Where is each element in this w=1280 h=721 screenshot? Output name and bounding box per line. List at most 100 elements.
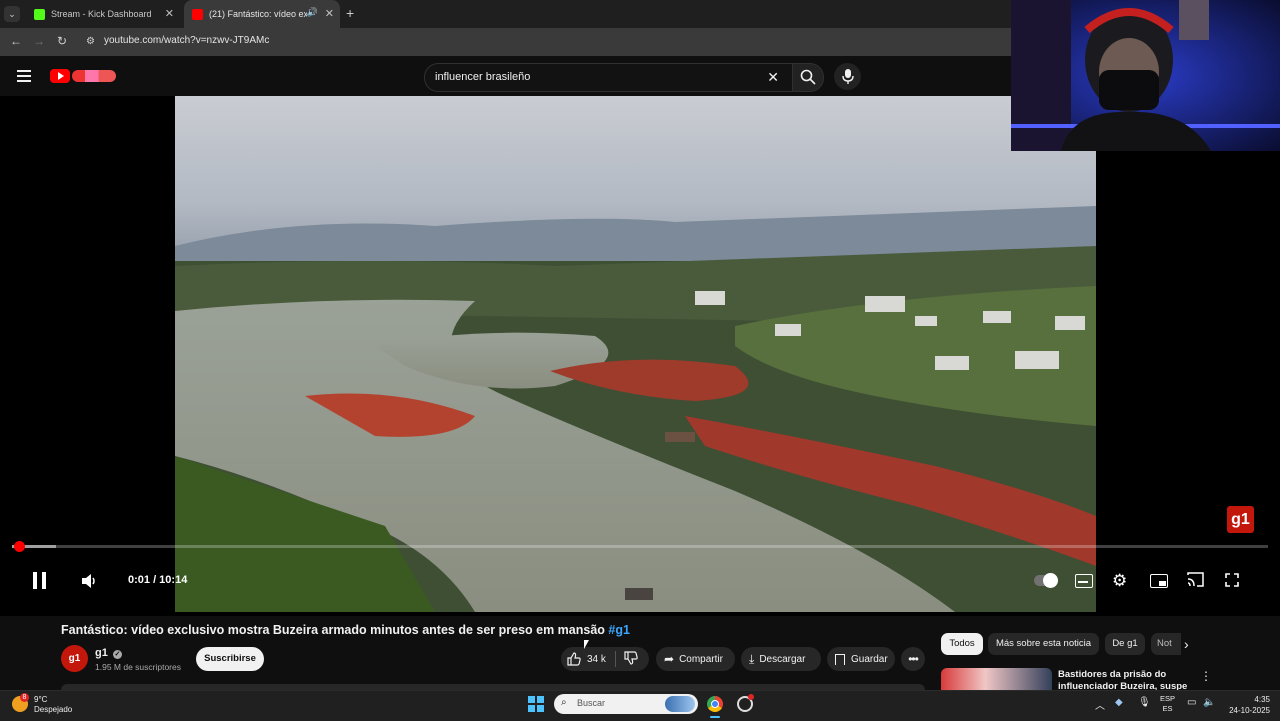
network-icon[interactable]: ▭ (1187, 697, 1196, 708)
steam-tray-icon[interactable]: ◆ (1115, 697, 1123, 708)
menu-icon[interactable] (17, 70, 31, 82)
pause-button[interactable] (32, 572, 48, 589)
g1-watermark-badge: g1 (1227, 506, 1254, 533)
fullscreen-button[interactable] (1225, 573, 1239, 592)
miniplayer-icon (1159, 581, 1166, 586)
doodle-icon (72, 70, 116, 82)
tab-youtube-video[interactable]: (21) Fantástico: vídeo exclu 🔊 ✕ (184, 0, 340, 28)
volume-icon (82, 574, 95, 588)
settings-button[interactable]: ⚙ (1112, 571, 1127, 591)
bookmark-icon (835, 653, 845, 665)
sidebar-video-thumbnail[interactable] (941, 668, 1052, 690)
dislike-button[interactable] (624, 650, 638, 668)
clear-search-icon[interactable]: ✕ (767, 69, 779, 86)
video-title: Fantástico: vídeo exclusivo mostra Buzei… (61, 623, 630, 637)
chrome-taskbar-icon[interactable] (707, 696, 723, 712)
close-tab-icon[interactable]: ✕ (325, 7, 334, 20)
language-secondary: ES (1162, 704, 1173, 713)
reload-icon[interactable]: ↻ (57, 34, 67, 48)
thumbs-down-icon (624, 650, 638, 665)
thumbs-up-icon (567, 652, 581, 666)
share-icon: ➦ (664, 652, 675, 666)
tab-title: Stream - Kick Dashboard (51, 9, 152, 19)
cast-icon (1187, 572, 1204, 587)
windows-icon (528, 696, 544, 712)
video-title-text: Fantástico: vídeo exclusivo mostra Buzei… (61, 623, 605, 637)
chevron-right-icon: › (1184, 636, 1189, 652)
forward-icon[interactable]: → (33, 34, 45, 48)
app-badge-icon (748, 694, 754, 700)
gear-icon: ⚙ (1112, 571, 1128, 590)
pause-icon (33, 572, 37, 589)
taskbar-search-placeholder: Buscar (577, 698, 606, 708)
search-icon: ⌕ (561, 697, 567, 708)
video-frame[interactable]: g1 (175, 96, 1096, 612)
mouse-cursor-icon (584, 640, 589, 649)
like-button[interactable]: 34 k (561, 652, 606, 666)
tray-overflow-icon[interactable]: ︿ (1095, 697, 1105, 712)
close-tab-icon[interactable]: ✕ (165, 7, 174, 20)
chip-partial[interactable]: Not (1151, 633, 1181, 655)
webcam-overlay (1011, 0, 1280, 151)
language-primary: ESP (1160, 694, 1176, 703)
sidebar-title-line: Bastidores da prisão do (1058, 669, 1167, 680)
weather-widget[interactable]: 8 9°C Despejado (12, 693, 82, 717)
back-icon[interactable]: ← (10, 34, 22, 48)
share-label: Compartir (679, 653, 723, 665)
clock-time: 4:35 (1254, 695, 1270, 704)
miniplayer-button[interactable] (1150, 574, 1168, 588)
chip-all[interactable]: Todos (941, 633, 983, 655)
cast-button[interactable] (1187, 572, 1204, 592)
search-query: influencer brasileño (435, 71, 531, 83)
tab-list-dropdown-icon[interactable]: ⌄ (4, 6, 20, 22)
microphone-icon (842, 69, 854, 84)
share-button[interactable]: ➦ Compartir (656, 647, 735, 671)
tab-kick-dashboard[interactable]: Stream - Kick Dashboard ✕ (26, 0, 180, 28)
search-input[interactable]: influencer brasileño ✕ (424, 63, 793, 92)
more-actions-button[interactable]: ••• (901, 647, 925, 671)
progress-bar[interactable] (12, 545, 1268, 548)
subtitles-button[interactable] (1075, 574, 1093, 588)
clock-date: 24-10-2025 (1229, 706, 1270, 715)
search-button[interactable] (792, 63, 824, 92)
progress-scrubber[interactable] (14, 541, 25, 552)
webcam-image (1011, 0, 1280, 151)
chip-more-news[interactable]: Más sobre esta noticia (988, 633, 1099, 655)
volume-button[interactable] (82, 574, 98, 593)
youtube-logo[interactable] (50, 68, 116, 84)
save-button[interactable]: Guardar (827, 647, 895, 671)
sidebar-video-menu-icon[interactable]: ⋮ (1200, 669, 1212, 683)
channel-name[interactable]: g1 ✓ (95, 647, 122, 659)
save-label: Guardar (851, 653, 888, 665)
volume-tray-icon[interactable]: 🔈 (1203, 697, 1215, 708)
sidebar-video-title[interactable]: Bastidores da prisão do influenciador Bu… (1058, 669, 1188, 690)
clock[interactable]: 4:35 24-10-2025 (1222, 694, 1270, 716)
like-count: 34 k (587, 653, 606, 665)
tab-title: (21) Fantástico: vídeo exclu (209, 9, 307, 19)
weather-desc: Despejado (34, 705, 73, 714)
hashtag-link[interactable]: #g1 (608, 623, 630, 637)
start-button[interactable] (528, 696, 544, 712)
microphone-tray-icon[interactable]: 🎙 (1138, 697, 1151, 708)
search-icon (800, 69, 816, 85)
more-horizontal-icon: ••• (908, 652, 919, 666)
language-indicator[interactable]: ESP ES (1160, 694, 1175, 714)
subscribe-button[interactable]: Suscribirse (196, 647, 264, 671)
time-display: 0:01 / 10:14 (128, 574, 188, 586)
speaker-icon[interactable]: 🔊 (307, 7, 318, 18)
channel-name-text: g1 (95, 647, 108, 659)
taskbar-search[interactable]: ⌕ Buscar (554, 694, 698, 714)
autoplay-play-icon (1043, 573, 1058, 588)
channel-avatar[interactable]: g1 (61, 645, 88, 672)
site-info-icon[interactable]: ⚙ (86, 36, 95, 47)
chips-next-button[interactable]: › (1184, 636, 1189, 652)
chip-from-g1[interactable]: De g1 (1105, 633, 1145, 655)
subscriber-count: 1.95 M de suscriptores (95, 662, 181, 672)
autoplay-toggle[interactable] (1034, 573, 1058, 588)
url-bar[interactable]: youtube.com/watch?v=nzwv-JT9AMc (104, 35, 269, 46)
new-tab-button[interactable]: + (346, 5, 354, 21)
chrome-active-indicator (710, 716, 720, 718)
download-button[interactable]: ⤓ Descargar (741, 647, 821, 671)
voice-search-button[interactable] (834, 63, 861, 90)
search-highlight-icon (665, 696, 695, 712)
